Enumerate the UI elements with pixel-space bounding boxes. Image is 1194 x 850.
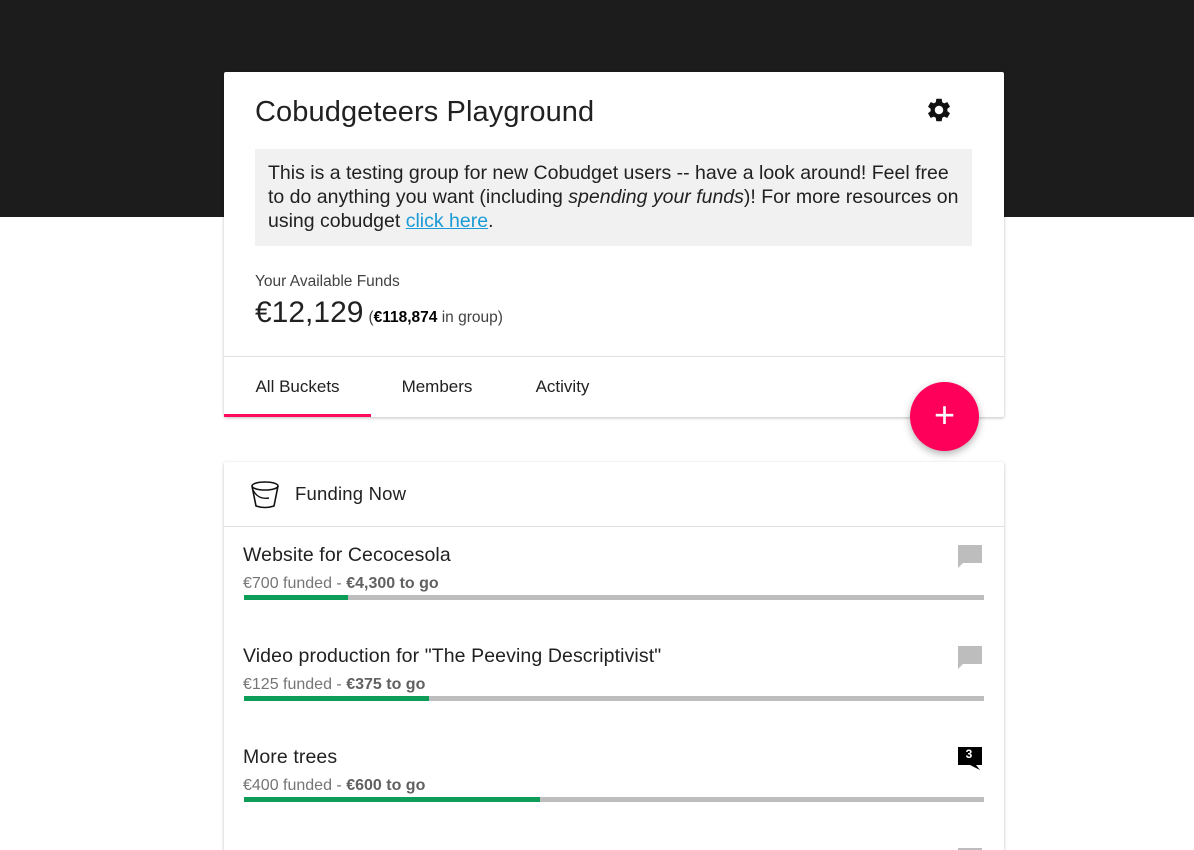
tab-activity[interactable]: Activity <box>520 357 605 417</box>
bucket-item[interactable]: Website for Cecocesola €700 funded - €4,… <box>224 544 1004 645</box>
group-card: Cobudgeteers Playground This is a testin… <box>224 72 1004 417</box>
bucket-funding-status: €125 funded - €375 to go <box>243 676 425 694</box>
group-title: Cobudgeteers Playground <box>255 96 595 128</box>
group-description: This is a testing group for new Cobudget… <box>255 149 972 246</box>
bucket-funded: €400 funded <box>243 777 332 794</box>
bucket-funding-status: €700 funded - €4,300 to go <box>243 575 439 593</box>
tab-active-indicator <box>224 414 371 417</box>
settings-button[interactable] <box>925 96 953 124</box>
resources-link[interactable]: click here <box>406 210 488 232</box>
comment-count-button[interactable]: 3 <box>957 746 983 772</box>
bucket-to-go: €4,300 to go <box>346 575 439 592</box>
description-emphasis: spending your funds <box>568 186 744 208</box>
bucket-separator: - <box>331 777 347 794</box>
bucket-separator: - <box>331 575 347 592</box>
bucket-to-go: €600 to go <box>346 777 426 794</box>
description-text-3: . <box>488 210 494 232</box>
group-funds: (€118,874 in group) <box>368 309 502 326</box>
funds-row: €12,129 (€118,874 in group) <box>255 296 503 330</box>
funds-label: Your Available Funds <box>255 273 400 290</box>
section-heading: Funding Now <box>295 483 407 504</box>
bucket-to-go: €375 to go <box>346 676 426 693</box>
bucket-title: Website for Cecocesola <box>243 544 451 566</box>
progress-fill <box>244 797 540 802</box>
progress-fill <box>244 595 348 600</box>
bucket-title: Video production for "The Peeving Descri… <box>243 645 662 667</box>
tab-all-buckets[interactable]: All Buckets <box>224 357 371 417</box>
funding-now-card: Funding Now Website for Cecocesola €700 … <box>224 462 1004 850</box>
comment-icon[interactable] <box>957 645 983 671</box>
progress-bar <box>244 696 984 701</box>
section-header: Funding Now <box>224 462 1004 527</box>
group-funds-close: in group) <box>437 309 503 326</box>
add-bucket-button[interactable]: + <box>910 382 979 451</box>
progress-bar <box>244 797 984 802</box>
comment-icon[interactable] <box>957 544 983 570</box>
group-funds-amount: €118,874 <box>373 309 438 326</box>
bucket-title: More trees <box>243 746 338 768</box>
bucket-item[interactable]: More trees 3 €400 funded - €600 to go <box>224 746 1004 847</box>
bucket-funding-status: €400 funded - €600 to go <box>243 777 425 795</box>
progress-bar <box>244 595 984 600</box>
bucket-icon <box>251 481 279 509</box>
tab-members[interactable]: Members <box>385 357 489 417</box>
bucket-item[interactable]: Video production for "The Peeving Descri… <box>224 645 1004 746</box>
bucket-funded: €700 funded <box>243 575 332 592</box>
comment-count: 3 <box>965 747 973 761</box>
progress-fill <box>244 696 429 701</box>
plus-icon: + <box>933 394 956 435</box>
gear-icon <box>928 98 950 122</box>
bucket-funded: €125 funded <box>243 676 332 693</box>
tab-bar: All Buckets Members Activity <box>224 357 1004 417</box>
available-funds: €12,129 <box>255 296 364 329</box>
bucket-separator: - <box>331 676 347 693</box>
